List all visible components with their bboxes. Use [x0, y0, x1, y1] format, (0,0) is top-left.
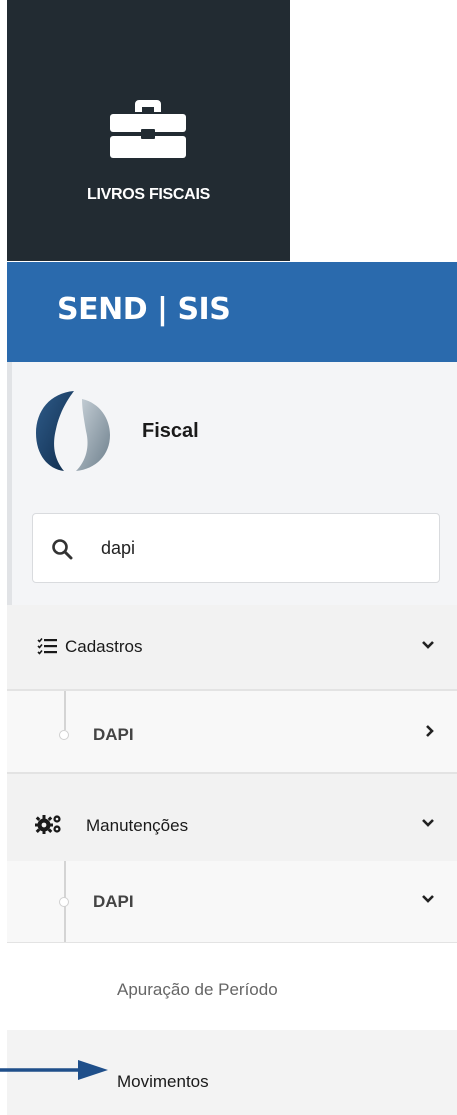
app-title: SEND | SIS: [57, 292, 231, 327]
pointer-arrow-icon: [0, 1058, 112, 1087]
submenu-label-dapi: DAPI: [93, 725, 134, 744]
sidebar: Fiscal Cadastros: [7, 362, 457, 1115]
menu-leaf-apuracao-de-periodo[interactable]: Apuração de Período: [7, 943, 457, 1030]
submenu-label-dapi: DAPI: [93, 892, 134, 911]
tree-line: [64, 691, 66, 730]
tree-node: [59, 730, 69, 740]
app-header: SEND | SIS: [7, 262, 457, 362]
livros-fiscais-tile[interactable]: LIVROS FISCAIS: [7, 0, 290, 261]
checklist-icon: [37, 637, 57, 660]
chevron-right-icon[interactable]: [425, 724, 435, 743]
briefcase-icon: [110, 100, 186, 163]
menu-label-cadastros: Cadastros: [65, 637, 143, 656]
menu-item-cadastros[interactable]: Cadastros: [7, 605, 457, 689]
send-logo: [34, 389, 112, 478]
chevron-down-icon[interactable]: [421, 815, 435, 833]
leaf-label-movimentos: Movimentos: [117, 1072, 209, 1091]
tile-label: LIVROS FISCAIS: [87, 186, 210, 203]
search-box[interactable]: [32, 513, 440, 583]
chevron-down-icon[interactable]: [421, 637, 435, 655]
submenu-item-dapi-cadastros[interactable]: DAPI: [7, 691, 457, 772]
gears-icon: [35, 814, 63, 839]
brand-area: Fiscal: [7, 362, 457, 605]
module-title: Fiscal: [142, 420, 199, 442]
search-input[interactable]: [99, 532, 403, 564]
submenu-item-dapi-manutencoes[interactable]: DAPI: [7, 861, 457, 942]
leaf-label-apuracao: Apuração de Período: [117, 980, 278, 999]
menu-label-manutencoes: Manutenções: [86, 816, 189, 835]
search-icon: [51, 538, 73, 565]
chevron-down-icon[interactable]: [421, 891, 435, 909]
menu-item-manutencoes[interactable]: Manutenções: [7, 774, 457, 861]
tree-node: [59, 897, 69, 907]
